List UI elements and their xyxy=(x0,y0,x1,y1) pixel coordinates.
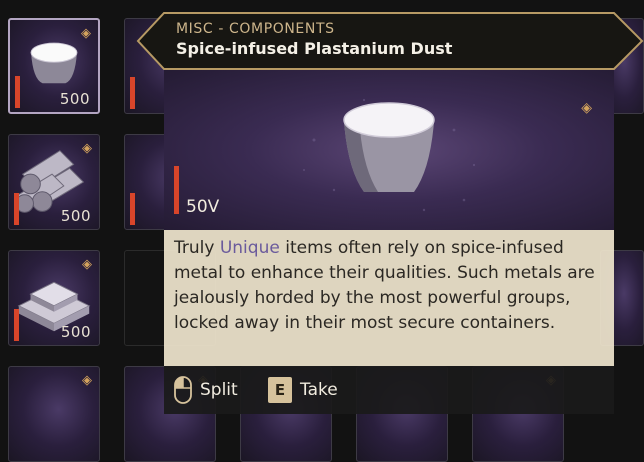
key-e-icon: E xyxy=(268,377,292,403)
inventory-slot[interactable]: ◈ 500 xyxy=(8,250,100,346)
item-quantity: 500 xyxy=(60,323,91,341)
item-category: MISC - COMPONENTS xyxy=(176,21,335,37)
inventory-slot[interactable]: ◈ 500 xyxy=(8,18,100,114)
durability-bar xyxy=(14,309,19,341)
mouse-icon xyxy=(174,376,192,404)
take-action[interactable]: E Take xyxy=(268,377,338,403)
durability-bar xyxy=(130,193,135,225)
spice-icon: ◈ xyxy=(82,141,92,156)
take-label: Take xyxy=(300,380,338,400)
item-description: Truly Unique items often rely on spice-i… xyxy=(164,230,614,366)
item-price: 50V xyxy=(186,197,220,217)
description-text-before: Truly xyxy=(174,238,220,258)
split-action[interactable]: Split xyxy=(174,376,238,404)
spice-icon: ◈ xyxy=(82,257,92,272)
item-preview: ◈ 50V xyxy=(164,70,614,230)
split-label: Split xyxy=(200,380,238,400)
tooltip-actions: Split E Take xyxy=(164,366,614,414)
item-preview-image xyxy=(303,98,476,212)
durability-bar xyxy=(130,77,135,109)
unique-keyword: Unique xyxy=(219,238,280,258)
inventory-slot[interactable]: ◈ xyxy=(8,366,100,462)
tooltip-header: MISC - COMPONENTS Spice-infused Plastani… xyxy=(136,12,644,70)
item-tooltip: MISC - COMPONENTS Spice-infused Plastani… xyxy=(136,12,644,414)
inventory-slot[interactable]: ◈ 500 xyxy=(8,134,100,230)
durability-bar xyxy=(14,193,19,225)
durability-bar xyxy=(174,166,179,214)
item-quantity: 500 xyxy=(59,90,90,108)
item-name: Spice-infused Plastanium Dust xyxy=(176,39,453,58)
item-quantity: 500 xyxy=(60,207,91,225)
spice-icon: ◈ xyxy=(581,100,592,116)
spice-icon: ◈ xyxy=(81,26,91,41)
durability-bar xyxy=(15,76,20,108)
spice-icon: ◈ xyxy=(82,373,92,388)
